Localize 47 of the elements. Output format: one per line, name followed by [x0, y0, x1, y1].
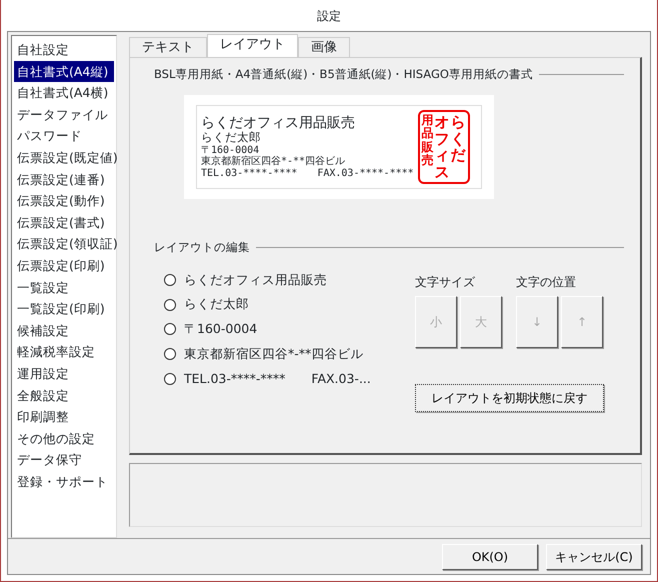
sidebar-item[interactable]: 一覧設定	[14, 276, 114, 298]
sidebar-item[interactable]: 全般設定	[14, 384, 114, 406]
sidebar-item[interactable]: 候補設定	[14, 320, 114, 342]
stamp-text: らくだ	[450, 114, 466, 166]
sidebar-item[interactable]: 自社設定	[14, 39, 114, 61]
sidebar-item[interactable]: 印刷調整	[14, 406, 114, 428]
group-title: BSL専用用紙・A4普通紙(縦)・B5普通紙(縦)・HISAGO専用用紙の書式	[154, 66, 533, 83]
cancel-button[interactable]: キャンセル(C)	[546, 544, 642, 570]
tab[interactable]: テキスト	[129, 37, 207, 57]
radio-button[interactable]	[164, 298, 176, 311]
stamp-text: オフィス	[434, 114, 450, 180]
ok-button[interactable]: OK(O)	[442, 544, 538, 570]
radio-button[interactable]	[164, 372, 176, 385]
sidebar-item[interactable]: その他の設定	[14, 428, 114, 450]
sidebar-item[interactable]: 登録・サポート	[14, 470, 114, 492]
preview-text: 東京都新宿区四谷*-**四谷ビル	[201, 156, 346, 168]
control-label: 文字サイズ	[415, 274, 476, 290]
sidebar-item[interactable]: データファイル	[14, 104, 114, 126]
option-label: 東京都新宿区四谷*-**四谷ビル	[184, 344, 364, 363]
sidebar-item[interactable]: 伝票設定(連番)	[14, 168, 114, 190]
sidebar-item[interactable]: 軽減税率設定	[14, 341, 114, 363]
option-label: らくだオフィス用品販売	[184, 270, 327, 288]
sidebar-item[interactable]: データ保守	[14, 449, 114, 471]
tab[interactable]: レイアウト	[207, 34, 298, 57]
sidebar-item[interactable]: 伝票設定(印刷)	[14, 254, 114, 277]
sidebar-item[interactable]: 運用設定	[14, 362, 114, 384]
radio-button[interactable]	[164, 323, 176, 336]
sidebar-item[interactable]: 伝票設定(書式)	[14, 212, 114, 234]
sidebar-item[interactable]: 自社書式(A4縦)	[14, 60, 114, 82]
option-label: 〒160-0004	[184, 320, 258, 338]
radio-button[interactable]	[164, 274, 176, 286]
option-label: らくだ太郎	[184, 295, 249, 314]
tab[interactable]: 画像	[298, 37, 350, 57]
group-title: レイアウトの編集	[154, 239, 250, 256]
sidebar-item[interactable]: パスワード	[14, 125, 114, 147]
sidebar-item[interactable]: 伝票設定(動作)	[14, 190, 114, 212]
sidebar-item[interactable]: 一覧設定(印刷)	[14, 298, 114, 320]
stamp-text: 用品販売	[422, 114, 434, 169]
option-label: TEL.03-****-**** FAX.03-...	[184, 370, 371, 388]
control-label: 文字の位置	[516, 274, 577, 290]
preview-text: 〒160-0004	[201, 144, 260, 156]
radio-button[interactable]	[164, 348, 176, 360]
reset-layout-button[interactable]: レイアウトを初期状態に戻す	[415, 384, 604, 412]
preview-text: らくだ太郎	[201, 131, 262, 145]
preview-text: らくだオフィス用品販売	[201, 115, 356, 132]
preview-text: TEL.03-****-**** FAX.03-****-****	[201, 168, 414, 180]
sidebar-item[interactable]: 自社書式(A4横)	[14, 82, 114, 104]
